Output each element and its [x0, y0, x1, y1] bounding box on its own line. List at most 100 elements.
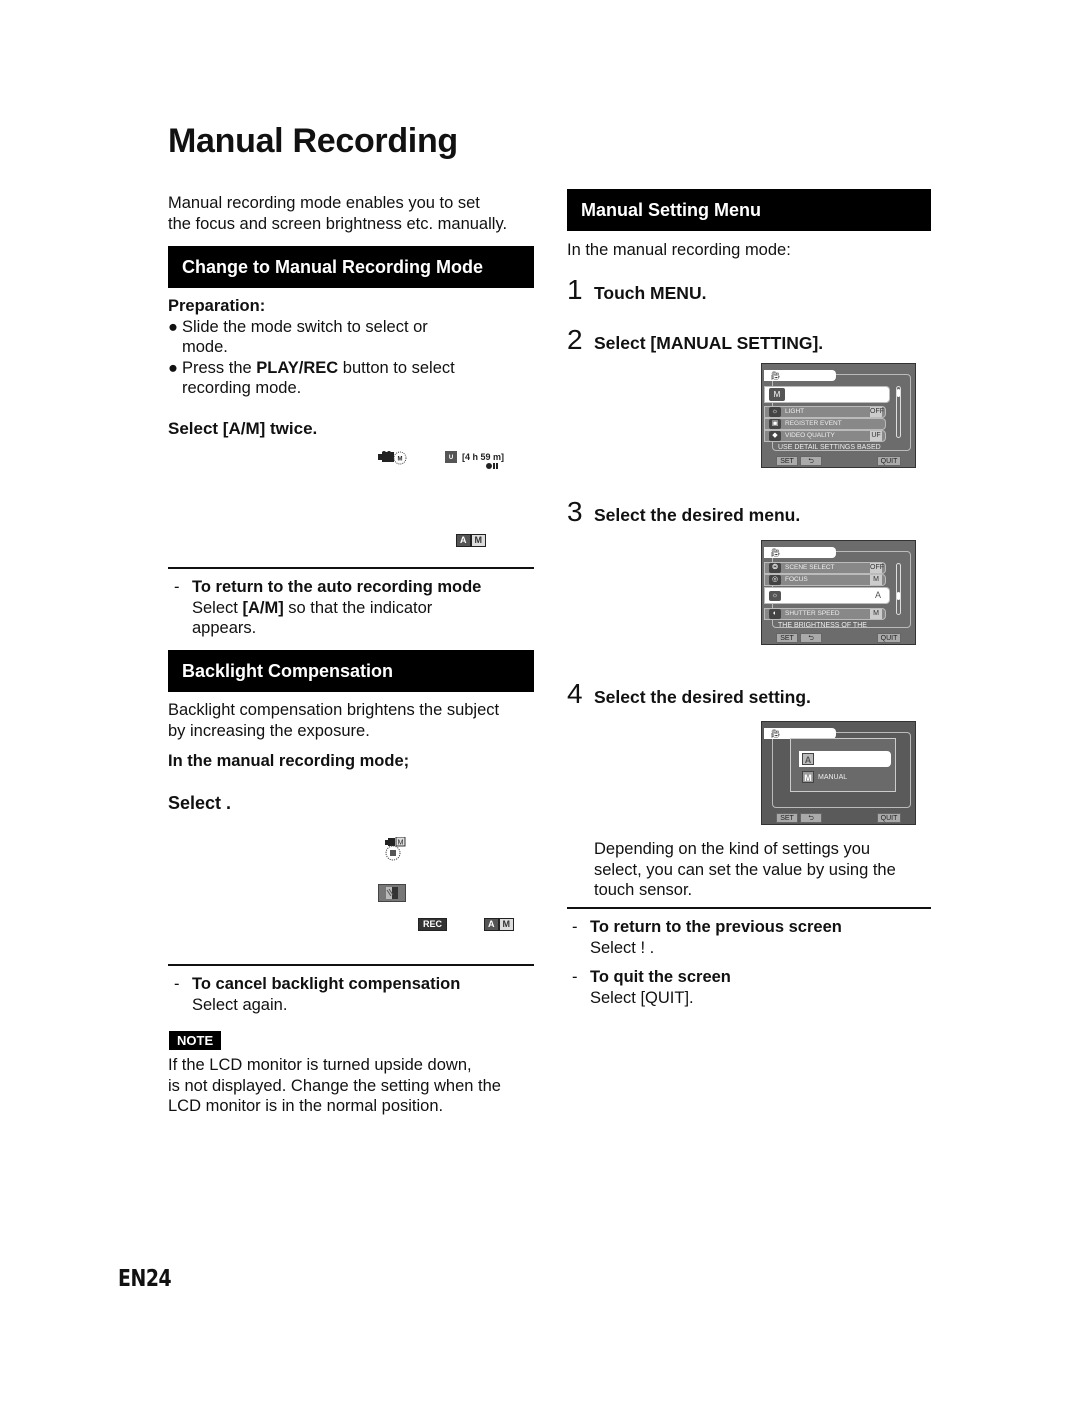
set-button[interactable]: SET — [776, 813, 798, 823]
option-manual[interactable]: M MANUAL — [799, 769, 847, 785]
rec-button[interactable]: REC — [418, 914, 448, 932]
light-icon: ☼ — [769, 407, 781, 417]
tip-text: so that the indicator — [283, 598, 433, 617]
scrollbar[interactable] — [896, 386, 901, 438]
am-button[interactable]: AM — [484, 914, 514, 932]
back-button[interactable]: ⮌ — [800, 813, 822, 823]
note-line: is not displayed. Change the setting whe… — [168, 1076, 501, 1095]
scroll-thumb[interactable] — [897, 592, 900, 600]
setting-popup: A M MANUAL — [790, 738, 896, 792]
manual-setting-icon: M — [769, 388, 785, 401]
camera-tab[interactable]: 🎥︎ — [764, 370, 836, 381]
note-line: select, you can set the value by using t… — [594, 860, 896, 879]
am-button[interactable]: AM — [456, 530, 486, 548]
tip-text: Select — [192, 598, 243, 617]
quit-button[interactable]: QUIT — [877, 456, 901, 466]
quit-button[interactable]: QUIT — [877, 633, 901, 643]
note-line: touch sensor. — [594, 881, 693, 899]
divider — [567, 907, 931, 909]
am-a: A — [484, 918, 499, 931]
page-number: EN24 — [118, 1266, 172, 1292]
option-auto[interactable]: A — [799, 751, 891, 767]
step-number: 1 — [567, 274, 583, 305]
camera-tab[interactable]: 🎥︎ — [764, 547, 836, 558]
brightness-icon: ☼ — [769, 590, 781, 601]
step-2: 2 Select [MANUAL SETTING]. — [567, 326, 823, 354]
back-arrow-icon: ⮌ — [808, 458, 814, 465]
tip-heading: To return to the auto recording mode — [192, 578, 482, 596]
quit-button[interactable]: QUIT — [877, 813, 901, 823]
menu-item-light[interactable]: ☼ LIGHT OFF — [764, 406, 886, 418]
menu-value: UF — [870, 431, 882, 441]
svg-text:M: M — [398, 457, 403, 463]
lcd-screen-menu-select: 🎥︎ ❂ SCENE SELECT OFF ◎ FOCUS M ☼ A ◐ SHUTT… — [761, 540, 916, 645]
section-heading-manual-mode: Change to Manual Recording Mode — [168, 246, 534, 288]
step-text: Touch MENU. — [594, 283, 707, 303]
note-text: If the LCD monitor is turned upside down… — [168, 1055, 548, 1117]
menu-value: M — [870, 575, 882, 585]
svg-text:U: U — [449, 455, 453, 461]
step-text: Select the desired setting. — [594, 687, 811, 707]
tip-text: Select ! . — [590, 938, 655, 957]
menu-item-brightness[interactable]: ☼ A — [764, 587, 890, 604]
step-number: 3 — [567, 496, 583, 527]
bullet-item: ● Slide the mode switch to select or mod… — [168, 317, 538, 358]
description-line: by increasing the exposure. — [168, 721, 370, 740]
menu-item-scene-select[interactable]: ❂ SCENE SELECT OFF — [764, 562, 886, 574]
menu-item-focus[interactable]: ◎ FOCUS M — [764, 574, 886, 586]
scroll-thumb[interactable] — [897, 389, 900, 397]
menu-label: FOCUS — [785, 576, 808, 583]
battery-icon — [486, 462, 500, 472]
touch-sensor-note: Depending on the kind of settings you se… — [594, 839, 934, 901]
note-line: LCD monitor is in the normal position. — [168, 1097, 444, 1115]
menu-label: LIGHT — [785, 408, 805, 415]
camera-icon: 🎥︎ — [770, 548, 781, 557]
preparation-label: Preparation: — [168, 297, 266, 315]
step-1: 1 Touch MENU. — [567, 276, 706, 304]
option-label: MANUAL — [818, 773, 848, 781]
camera-icon: 🎥︎ — [770, 371, 781, 380]
menu-item-shutter-speed[interactable]: ◐ SHUTTER SPEED M — [764, 608, 886, 620]
camera-icon: 🎥︎ — [770, 729, 781, 738]
bullet-text: recording mode. — [182, 379, 302, 397]
set-button[interactable]: SET — [776, 633, 798, 643]
bullet-text: mode. — [182, 338, 228, 356]
scrollbar[interactable] — [896, 563, 901, 615]
bullet-item: ● Press the PLAY/REC button to select re… — [168, 358, 538, 399]
step-number: 4 — [567, 678, 583, 709]
menu-value: OFF — [870, 563, 884, 573]
menu-item-video-quality[interactable]: ◆ VIDEO QUALITY UF — [764, 430, 886, 442]
tip-text: Select again. — [192, 995, 288, 1014]
video-quality-icon: U — [445, 451, 457, 465]
tip-text-bold: [A/M] — [242, 598, 284, 617]
dash-icon: - — [174, 578, 180, 596]
preparation-block: Preparation: ● Slide the mode switch to … — [168, 296, 538, 399]
menu-value: OFF — [870, 407, 884, 417]
backlight-indicator-icon — [385, 845, 401, 866]
play-rec-label: PLAY/REC — [256, 358, 339, 377]
step-select-am: Select [A/M] twice. — [168, 419, 318, 438]
tip-return-auto: - To return to the auto recording mode Se… — [168, 577, 538, 639]
set-button[interactable]: SET — [776, 456, 798, 466]
tip-quit-screen: - To quit the screen Select [QUIT]. — [566, 967, 936, 1008]
backlight-button[interactable] — [378, 884, 406, 907]
step-text: Select [MANUAL SETTING]. — [594, 333, 824, 353]
am-m: M — [498, 918, 514, 931]
menu-item-manual-setting[interactable]: M — [764, 386, 890, 403]
page-title: Manual Recording — [168, 122, 458, 160]
lcd-screen-manual-setting: 🎥︎ M ☼ LIGHT OFF ▣ REGISTER EVENT ◆ VIDEO Q… — [761, 363, 916, 468]
menu-item-register-event[interactable]: ▣ REGISTER EVENT — [764, 418, 886, 430]
step-select-backlight: Select . — [168, 793, 232, 813]
tip-heading: To return to the previous screen — [590, 918, 842, 936]
back-button[interactable]: ⮌ — [800, 633, 822, 643]
right-intro: In the manual recording mode: — [567, 241, 791, 259]
step-number: 2 — [567, 324, 583, 355]
menu-label: SCENE SELECT — [785, 564, 835, 571]
intro-line: the focus and screen brightness etc. man… — [168, 214, 508, 233]
screen-hint: THE BRIGHTNESS OF THE — [778, 622, 867, 629]
menu-label: REGISTER EVENT — [785, 420, 842, 427]
back-button[interactable]: ⮌ — [800, 456, 822, 466]
tip-heading: To quit the screen — [590, 968, 731, 986]
dash-icon: - — [572, 918, 578, 936]
divider — [168, 964, 534, 966]
